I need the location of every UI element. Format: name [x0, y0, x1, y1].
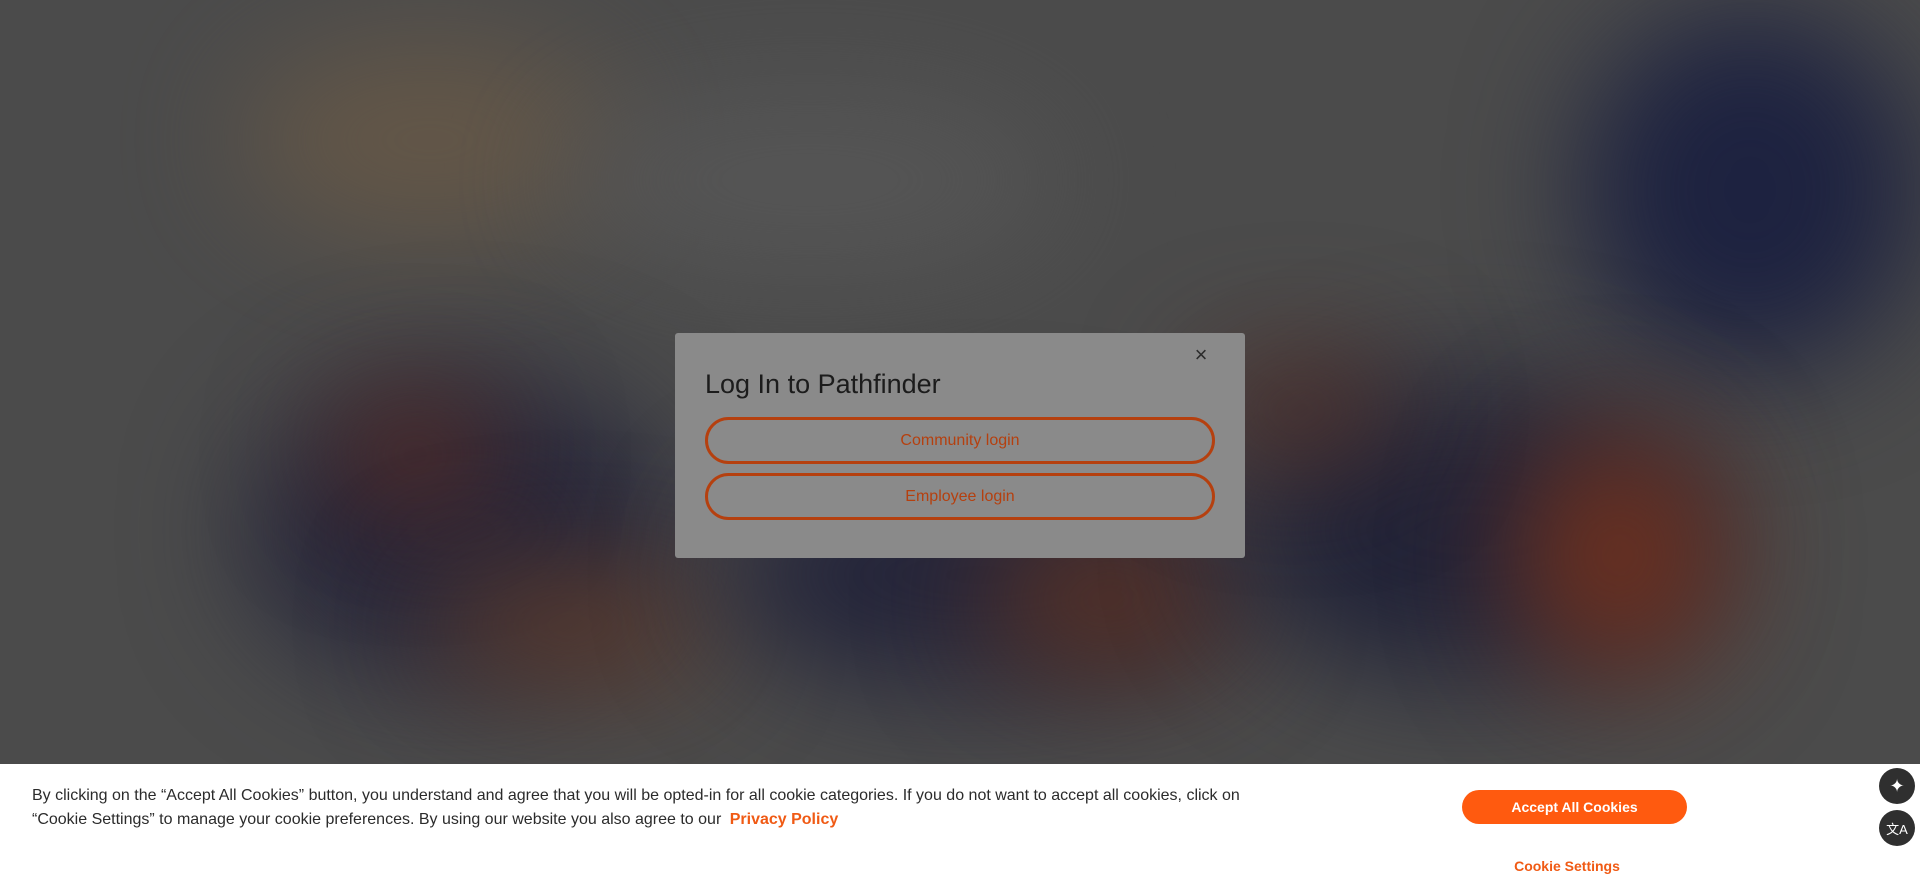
- cookie-notice-message: By clicking on the “Accept All Cookies” …: [32, 787, 1240, 828]
- ai-assistant-button[interactable]: ✦: [1879, 768, 1915, 804]
- cookie-settings-link[interactable]: Cookie Settings: [1462, 858, 1672, 874]
- close-icon[interactable]: ×: [1191, 344, 1211, 366]
- cookie-notice-text: By clicking on the “Accept All Cookies” …: [32, 784, 1282, 832]
- bg-blur-region: [560, 90, 1060, 270]
- translate-button[interactable]: 文A: [1879, 810, 1915, 846]
- bg-blur-region: [1580, 10, 1920, 370]
- privacy-policy-link[interactable]: Privacy Policy: [730, 811, 839, 828]
- login-modal: × Log In to Pathfinder Community login E…: [675, 333, 1245, 558]
- modal-title: Log In to Pathfinder: [705, 369, 941, 399]
- bg-blur-region: [1510, 430, 1730, 680]
- cookie-banner: By clicking on the “Accept All Cookies” …: [0, 764, 1920, 893]
- bg-blur-region: [420, 570, 720, 680]
- sparkle-icon: ✦: [1889, 775, 1905, 796]
- accept-all-cookies-button[interactable]: Accept All Cookies: [1462, 790, 1687, 824]
- bg-blur-region: [240, 40, 620, 240]
- bg-blur-region: [330, 400, 500, 510]
- translate-icon: 文A: [1886, 821, 1908, 837]
- community-login-button[interactable]: Community login: [705, 417, 1215, 464]
- employee-login-button[interactable]: Employee login: [705, 473, 1215, 520]
